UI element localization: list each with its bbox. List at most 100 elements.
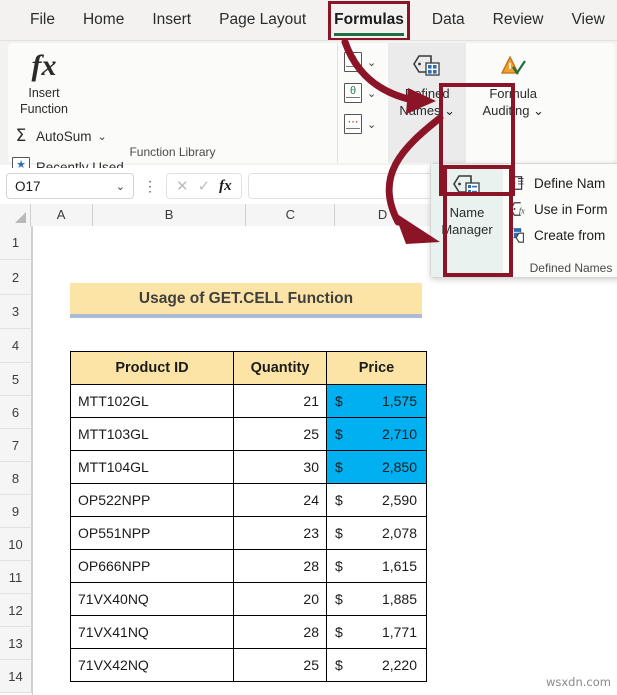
table-row[interactable]: OP666NPP 28 $ 1,615	[70, 549, 427, 583]
cell-price[interactable]: $ 2,078	[326, 516, 427, 550]
cell-product-id[interactable]: 71VX41NQ	[70, 615, 234, 649]
name-manager-button[interactable]: Name Manager	[431, 164, 503, 277]
tab-view[interactable]: View	[558, 0, 617, 40]
tab-review[interactable]: Review	[479, 0, 558, 40]
menu-item-create-from-selection[interactable]: Create from	[503, 222, 617, 248]
menu-item-use-in-formula[interactable]: fx Use in Form	[503, 196, 617, 222]
name-box-value: O17	[15, 178, 41, 194]
tab-file[interactable]: File	[16, 0, 69, 40]
currency-symbol: $	[335, 624, 343, 640]
autosum-button[interactable]: Σ AutoSum ⌄	[8, 125, 337, 147]
table-row[interactable]: MTT103GL 25 $ 2,710	[70, 417, 427, 451]
tab-insert-wrap: Insert	[138, 0, 205, 40]
row-header-1[interactable]: 1	[0, 226, 32, 260]
cell-price[interactable]: $ 2,710	[326, 417, 427, 451]
table-row[interactable]: 71VX42NQ 25 $ 2,220	[70, 648, 427, 682]
header-price: Price	[326, 351, 427, 385]
cell-product-id[interactable]: OP551NPP	[70, 516, 234, 550]
cell-product-id[interactable]: 71VX40NQ	[70, 582, 234, 616]
row-header-3[interactable]: 3	[0, 295, 32, 329]
cell-price[interactable]: $ 1,771	[326, 615, 427, 649]
tab-home[interactable]: Home	[69, 0, 138, 40]
chevron-down-icon[interactable]: ⌄	[98, 130, 107, 143]
cell-quantity[interactable]: 28	[233, 615, 327, 649]
price-amount: 2,850	[381, 459, 417, 475]
chevron-down-icon[interactable]: ⌄	[116, 180, 125, 193]
row-header-11[interactable]: 11	[0, 561, 32, 594]
cancel-icon[interactable]: ✕	[176, 177, 189, 195]
table-row[interactable]: 71VX41NQ 28 $ 1,771	[70, 615, 427, 649]
tab-page-layout[interactable]: Page Layout	[205, 0, 320, 40]
tab-view-wrap: View	[558, 0, 617, 40]
row-header-10[interactable]: 10	[0, 528, 32, 561]
cell-price[interactable]: $ 1,575	[326, 384, 427, 418]
name-box[interactable]: O17 ⌄	[6, 173, 134, 199]
row-header-8[interactable]: 8	[0, 462, 32, 495]
row-header-2[interactable]: 2	[0, 260, 32, 295]
chevron-down-icon[interactable]: ⌄	[367, 87, 376, 100]
cell-price[interactable]: $ 2,590	[326, 483, 427, 517]
chevron-down-icon[interactable]: ⌄	[367, 56, 376, 69]
more-functions-button[interactable]: ⋯ ⌄	[344, 113, 376, 135]
row-header-6[interactable]: 6	[0, 396, 32, 429]
cell-price[interactable]: $ 2,850	[326, 450, 427, 484]
cell-quantity[interactable]: 30	[233, 450, 327, 484]
insert-function-label: Insert Function	[20, 85, 68, 117]
cell-product-id[interactable]: MTT103GL	[70, 417, 234, 451]
row-header-14[interactable]: 14	[0, 660, 32, 693]
price-amount: 2,590	[381, 492, 417, 508]
header-quantity: Quantity	[233, 351, 327, 385]
watermark: wsxdn.com	[545, 675, 611, 689]
cell-price[interactable]: $ 1,615	[326, 549, 427, 583]
menu-item-define-name[interactable]: Define Nam	[503, 170, 617, 196]
cell-quantity[interactable]: 25	[233, 648, 327, 682]
defined-names-button[interactable]: Defined Names ⌄	[388, 43, 467, 163]
column-header-d[interactable]: D	[335, 204, 431, 226]
column-header-a[interactable]: A	[30, 204, 93, 226]
insert-function-icon[interactable]: fx	[219, 178, 232, 195]
header-product-id: Product ID	[70, 351, 234, 385]
row-header-12[interactable]: 12	[0, 594, 32, 627]
cell-quantity[interactable]: 20	[233, 582, 327, 616]
name-manager-caption: Name Manager	[441, 204, 492, 238]
cell-product-id[interactable]: MTT104GL	[70, 450, 234, 484]
insert-function-button[interactable]: fx Insert Function	[8, 43, 80, 117]
row-header-9[interactable]: 9	[0, 495, 32, 528]
column-header-b[interactable]: B	[92, 204, 247, 226]
cell-product-id[interactable]: OP666NPP	[70, 549, 234, 583]
column-header-c[interactable]: C	[246, 204, 336, 226]
cell-price[interactable]: $ 2,220	[326, 648, 427, 682]
table-row[interactable]: OP551NPP 23 $ 2,078	[70, 516, 427, 550]
cell-quantity[interactable]: 23	[233, 516, 327, 550]
row-header-4[interactable]: 4	[0, 329, 32, 363]
table-row[interactable]: MTT104GL 30 $ 2,850	[70, 450, 427, 484]
cell-product-id[interactable]: OP522NPP	[70, 483, 234, 517]
more-options-icon[interactable]: ⋮	[140, 178, 160, 195]
formula-auditing-button[interactable]: Formula Auditing ⌄	[474, 43, 552, 163]
table-row[interactable]: MTT102GL 21 $ 1,575	[70, 384, 427, 418]
row-header-5[interactable]: 5	[0, 363, 32, 396]
cell-quantity[interactable]: 28	[233, 549, 327, 583]
row-header-13[interactable]: 13	[0, 627, 32, 660]
cell-product-id[interactable]: 71VX42NQ	[70, 648, 234, 682]
currency-symbol: $	[335, 393, 343, 409]
table-row[interactable]: 71VX40NQ 20 $ 1,885	[70, 582, 427, 616]
tab-insert[interactable]: Insert	[138, 0, 205, 40]
cell-product-id[interactable]: MTT102GL	[70, 384, 234, 418]
cell-quantity[interactable]: 25	[233, 417, 327, 451]
sheet-canvas[interactable]: Usage of GET.CELL Function Product ID Qu…	[32, 226, 617, 695]
cell-price[interactable]: $ 1,885	[326, 582, 427, 616]
chevron-down-icon[interactable]: ⌄	[367, 118, 376, 131]
cell-quantity[interactable]: 21	[233, 384, 327, 418]
defined-names-dropdown-panel: Name Manager Define Nam fx Use in Form C…	[430, 163, 617, 278]
select-all-corner[interactable]	[0, 204, 31, 226]
math-trig-button[interactable]: θ ⌄	[344, 82, 376, 104]
tab-data[interactable]: Data	[418, 0, 479, 40]
lookup-reference-button[interactable]: ⚲ ⌄	[344, 51, 376, 73]
currency-symbol: $	[335, 426, 343, 442]
enter-icon[interactable]: ✓	[198, 177, 211, 195]
cell-quantity[interactable]: 24	[233, 483, 327, 517]
table-row[interactable]: OP522NPP 24 $ 2,590	[70, 483, 427, 517]
row-header-7[interactable]: 7	[0, 429, 32, 462]
ribbon-tab-bar: File Home Insert Page Layout Formulas Da…	[0, 0, 617, 41]
